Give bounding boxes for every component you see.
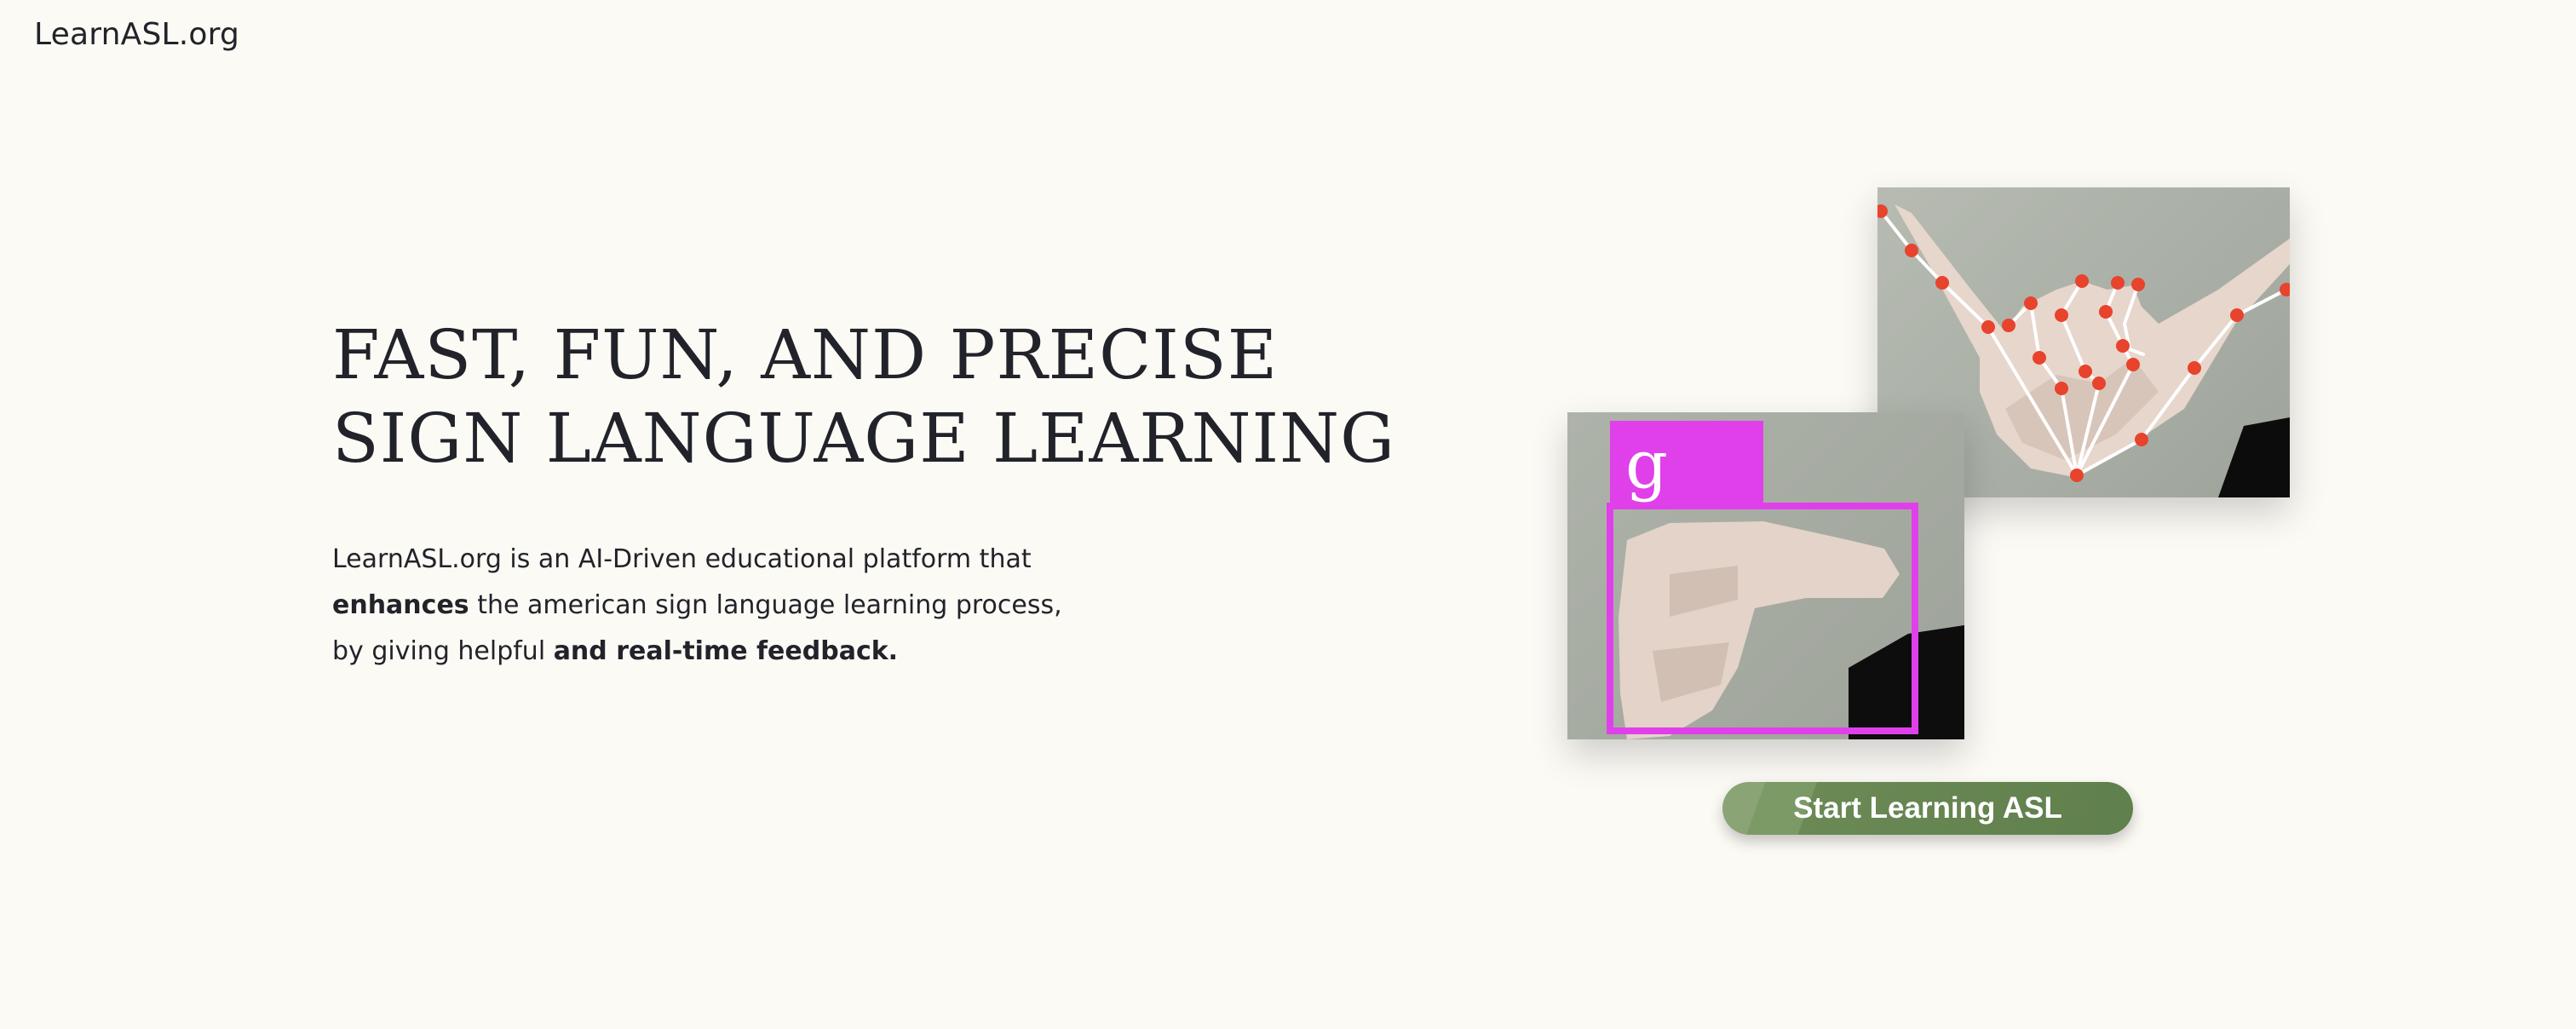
site-logo[interactable]: LearnASL.org <box>34 17 239 52</box>
landing-page: LearnASL.org FAST, FUN, AND PRECISE SIGN… <box>0 0 2576 1029</box>
hero-title: FAST, FUN, AND PRECISE SIGN LANGUAGE LEA… <box>332 315 1396 478</box>
detected-letter: g <box>1625 427 1668 503</box>
description-text-1: LearnASL.org is an AI-Driven educational… <box>332 544 1032 574</box>
start-learning-button[interactable]: Start Learning ASL <box>1722 782 2133 835</box>
hero-description: LearnASL.org is an AI-Driven educational… <box>332 537 1099 675</box>
description-bold-2: and real-time feedback. <box>553 636 899 666</box>
description-bold-1: enhances <box>332 590 469 620</box>
letter-detection-image: g <box>1567 412 1964 739</box>
letter-detection-illustration: g <box>1607 421 1964 739</box>
